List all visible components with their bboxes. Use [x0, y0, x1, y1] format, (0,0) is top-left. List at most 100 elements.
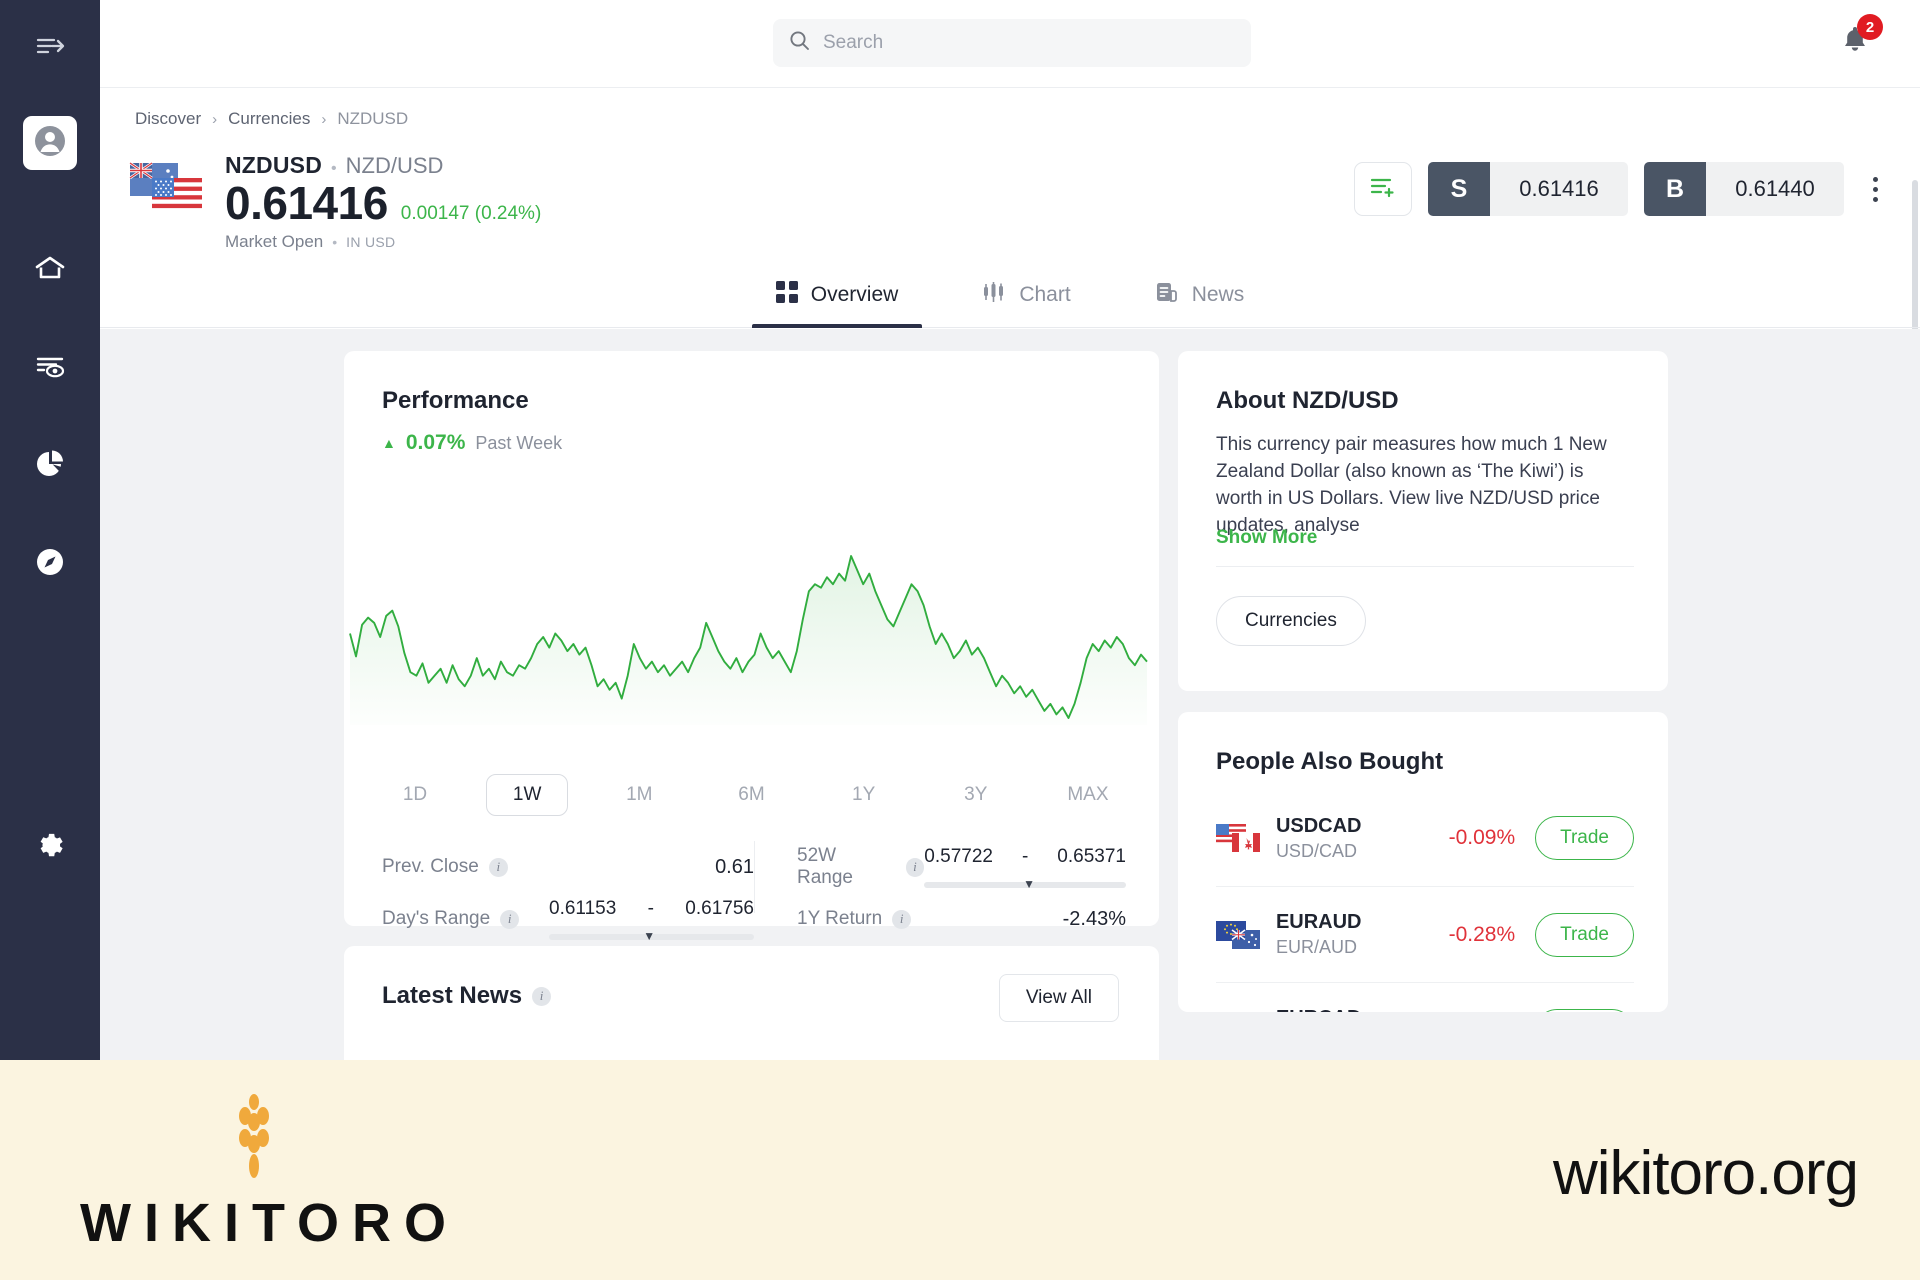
page-body: Discover › Currencies › NZDUSD NZDUSD • … [100, 88, 1920, 1060]
list-item-change: -0.28% [1448, 922, 1516, 946]
days-range-low: 0.61153 [549, 898, 617, 919]
breadcrumb-item-currencies[interactable]: Currencies [228, 109, 310, 129]
view-all-news-button[interactable]: View All [998, 974, 1119, 1022]
instrument-names: EURCAD EUR/CAD [1276, 1007, 1429, 1012]
list-item-symbol: USDCAD [1275, 814, 1362, 837]
info-icon[interactable]: i [892, 909, 912, 929]
people-also-bought-list: USDCAD USD/CAD -0.09% Trade EURAUD EUR/A… [1216, 790, 1634, 1012]
list-item-change: -0.09% [1448, 826, 1516, 849]
sidebar-collapse-toggle[interactable] [22, 18, 78, 74]
trade-controls: S 0.61416 B 0.61440 [1354, 162, 1890, 216]
stats-column-right: 52W Range i 0.57722 - 0.65371 ▼ 1Y Retur… [754, 841, 1126, 930]
sell-button[interactable]: S 0.61416 [1428, 162, 1628, 216]
up-arrow-icon: ▲ [382, 435, 396, 451]
tab-overview[interactable]: Overview [734, 262, 941, 328]
range-1w[interactable]: 1W [486, 774, 569, 816]
kebab-menu-icon[interactable] [1860, 162, 1890, 216]
buy-label: B [1644, 162, 1706, 216]
buy-price: 0.61440 [1706, 162, 1844, 216]
eye-list-icon [34, 352, 66, 380]
about-card: About NZD/USD This currency pair measure… [1178, 351, 1668, 691]
breadcrumb: Discover › Currencies › NZDUSD [135, 109, 408, 129]
left-sidebar [0, 0, 100, 1060]
range-1d[interactable]: 1D [374, 775, 456, 815]
sidebar-item-watchlist[interactable] [22, 338, 78, 394]
stat-prev-close-value: 0.61 [715, 855, 754, 878]
performance-stats: Prev. Close i 0.61 Day's Range i 0.61153… [382, 841, 1127, 943]
list-item-pair: EUR/AUD [1275, 937, 1357, 957]
bell-icon [1840, 27, 1870, 60]
list-item-pair: USD/CAD [1275, 840, 1357, 861]
list-item[interactable]: EURAUD EUR/AUD -0.28% Trade [1216, 886, 1634, 982]
list-item-symbol: EURCAD [1276, 1007, 1429, 1012]
info-icon[interactable]: i [488, 857, 508, 877]
search-input[interactable] [823, 32, 1223, 54]
people-also-bought-card: People Also Bought USDCAD USD/CAD -0.09%… [1178, 712, 1668, 1012]
stats-column-left: Prev. Close i 0.61 Day's Range i 0.61153… [382, 841, 754, 943]
range-max[interactable]: MAX [1047, 775, 1129, 815]
sparkline-svg [349, 555, 1148, 725]
stat-days-range-label: Day's Range [382, 908, 491, 929]
list-item[interactable]: EURCAD EUR/CAD -0.15% Trade [1216, 982, 1634, 1012]
breadcrumb-item-discover[interactable]: Discover [135, 109, 201, 129]
breadcrumb-item-current: NZDUSD [337, 109, 409, 128]
info-icon[interactable]: i [905, 857, 925, 877]
instrument-price-row: 0.61416 0.00147 (0.24%) [225, 176, 541, 230]
range-1m[interactable]: 1M [598, 775, 680, 815]
buy-button[interactable]: B 0.61440 [1644, 162, 1844, 216]
compass-icon [35, 547, 65, 577]
week52-range-dash: - [1021, 846, 1029, 867]
home-icon [34, 254, 66, 282]
stat-prev-close: Prev. Close i 0.61 [382, 841, 754, 893]
add-to-list-icon [1370, 176, 1396, 203]
list-item-symbol: EURAUD [1275, 911, 1362, 933]
sidebar-item-discover[interactable] [22, 534, 78, 590]
latest-news-header: Latest News i [382, 982, 552, 1010]
days-range-widget: 0.61153 - 0.61756 ▼ [549, 898, 754, 943]
performance-title: Performance [382, 387, 529, 414]
breadcrumb-separator: › [321, 110, 327, 128]
range-3y[interactable]: 3Y [935, 775, 1017, 815]
stat-days-range: Day's Range i 0.61153 - 0.61756 ▼ [382, 893, 754, 945]
add-to-watchlist-button[interactable] [1354, 162, 1412, 216]
performance-period: Past Week [475, 432, 563, 453]
tab-overview-label: Overview [810, 282, 899, 306]
currencies-tag-button[interactable]: Currencies [1216, 596, 1366, 646]
list-item[interactable]: USDCAD USD/CAD -0.09% Trade [1216, 790, 1634, 886]
stat-52w-range-label: 52W Range [797, 845, 853, 888]
tab-chart[interactable]: Chart [940, 262, 1112, 328]
eu-au-flags-icon [1216, 919, 1276, 951]
sidebar-item-home[interactable] [22, 240, 78, 296]
sidebar-item-account[interactable] [23, 116, 77, 170]
show-more-link[interactable]: Show More [1216, 527, 1317, 549]
info-icon[interactable]: i [532, 986, 552, 1006]
week52-range-low: 0.57722 [924, 846, 993, 867]
currency-note: IN USD [346, 234, 396, 250]
about-body: This currency pair measures how much 1 N… [1216, 434, 1607, 536]
notifications-button[interactable]: 2 [1840, 14, 1883, 60]
stat-1y-return-label: 1Y Return [797, 908, 883, 929]
about-title: About NZD/USD [1216, 387, 1399, 414]
sidebar-item-portfolio[interactable] [22, 436, 78, 492]
instrument-names: EURAUD EUR/AUD [1276, 911, 1429, 958]
info-icon[interactable]: i [500, 909, 520, 929]
top-bar: 2 [100, 0, 1920, 88]
sidebar-item-settings[interactable] [22, 816, 78, 872]
range-1y[interactable]: 1Y [823, 775, 905, 815]
instrument-title: NZDUSD • NZD/USD [225, 152, 443, 179]
instrument-tabs: Overview Chart News [100, 262, 1920, 328]
stat-52w-range: 52W Range i 0.57722 - 0.65371 ▼ [797, 841, 1126, 893]
search-box[interactable] [773, 19, 1251, 67]
latest-news-title: Latest News [382, 982, 523, 1009]
trade-button[interactable]: Trade [1535, 912, 1634, 957]
trade-button[interactable]: Trade [1535, 1008, 1634, 1012]
range-6m[interactable]: 6M [710, 775, 792, 815]
sell-label: S [1428, 162, 1490, 216]
stat-1y-return-value: -2.43% [1062, 907, 1126, 930]
overview-content: Performance ▲ 0.07% Past Week 1D 1W 1M 6… [100, 329, 1920, 1060]
instrument-status-row: Market Open • IN USD [225, 232, 395, 252]
instrument-symbol: NZDUSD [225, 152, 323, 178]
trade-button[interactable]: Trade [1535, 816, 1634, 860]
tab-news[interactable]: News [1113, 262, 1287, 328]
wikitoro-wordmark: WIKITORO [80, 1193, 459, 1253]
